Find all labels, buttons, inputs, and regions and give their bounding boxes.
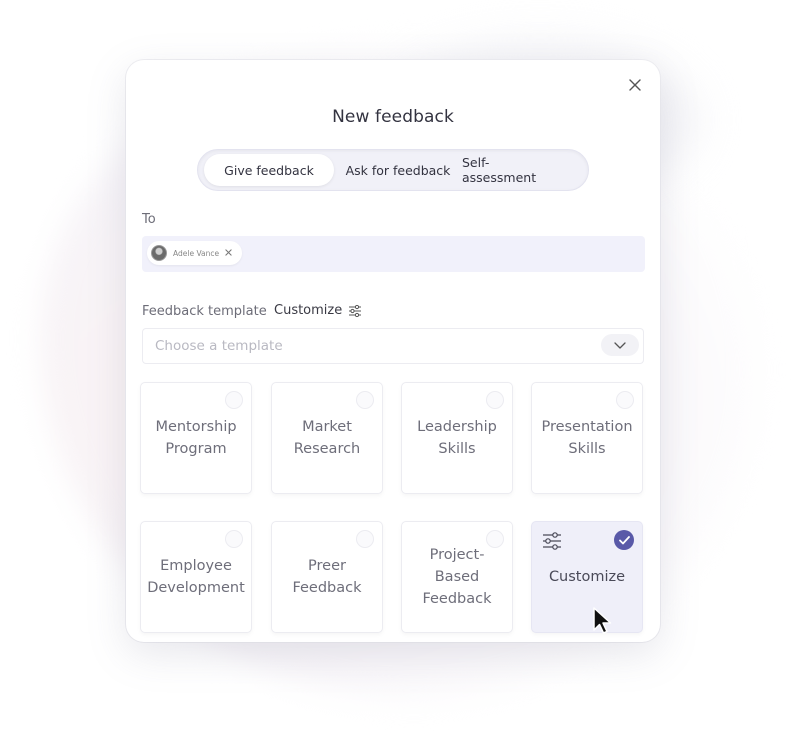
sliders-icon [543, 532, 561, 550]
customize-label: Customize [274, 303, 343, 318]
template-card-project-based-feedback[interactable]: Project-Based Feedback [401, 521, 513, 633]
card-radio[interactable] [356, 391, 374, 409]
card-label: Preer Feedback [292, 558, 362, 596]
template-select-toggle[interactable] [601, 334, 639, 356]
card-label: Project-Based Feedback [422, 547, 492, 607]
card-radio[interactable] [356, 530, 374, 548]
close-icon [225, 248, 232, 256]
card-label: Market Research [293, 419, 361, 457]
card-label: Leadership Skills [417, 419, 497, 457]
feedback-type-tabs: Give feedback Ask for feedback Self- ass… [197, 149, 589, 191]
recipient-input[interactable]: Adele Vance [142, 236, 645, 272]
card-radio[interactable] [225, 391, 243, 409]
tab-self-assessment[interactable]: Self- assessment [462, 154, 562, 186]
card-label: Employee Development [147, 558, 245, 596]
template-card-mentorship-program[interactable]: Mentorship Program [140, 382, 252, 494]
template-card-customize[interactable]: Customize [531, 521, 643, 633]
selected-check-icon [614, 530, 634, 550]
chevron-down-icon [614, 341, 626, 349]
to-label: To [142, 212, 156, 227]
close-button[interactable] [624, 74, 646, 96]
template-card-leadership-skills[interactable]: Leadership Skills [401, 382, 513, 494]
card-label: Mentorship Program [155, 419, 237, 457]
card-label: Customize [548, 569, 626, 585]
recipient-chip: Adele Vance [147, 241, 243, 265]
feedback-template-label: Feedback template [142, 304, 267, 319]
card-radio[interactable] [616, 391, 634, 409]
remove-recipient-button[interactable] [225, 248, 232, 259]
card-radio[interactable] [486, 391, 504, 409]
customize-template-button[interactable]: Customize [274, 303, 362, 318]
sliders-icon [349, 304, 362, 317]
avatar [151, 245, 167, 261]
template-card-presentation-skills[interactable]: Presentation Skills [531, 382, 643, 494]
card-radio[interactable] [486, 530, 504, 548]
close-icon [629, 79, 641, 91]
tab-ask-for-feedback[interactable]: Ask for feedback [334, 154, 462, 186]
card-radio[interactable] [225, 530, 243, 548]
template-card-market-research[interactable]: Market Research [271, 382, 383, 494]
template-select[interactable]: Choose a template [142, 328, 644, 364]
template-card-employee-development[interactable]: Employee Development [140, 521, 252, 633]
card-label: Presentation Skills [541, 419, 633, 457]
tab-give-feedback[interactable]: Give feedback [204, 154, 334, 186]
new-feedback-dialog: New feedback Give feedback Ask for feedb… [126, 60, 660, 642]
mouse-cursor-icon [593, 607, 612, 634]
template-card-preer-feedback[interactable]: Preer Feedback [271, 521, 383, 633]
dialog-title: New feedback [332, 107, 454, 127]
template-select-placeholder: Choose a template [155, 338, 283, 354]
recipient-name: Adele Vance [173, 248, 220, 258]
